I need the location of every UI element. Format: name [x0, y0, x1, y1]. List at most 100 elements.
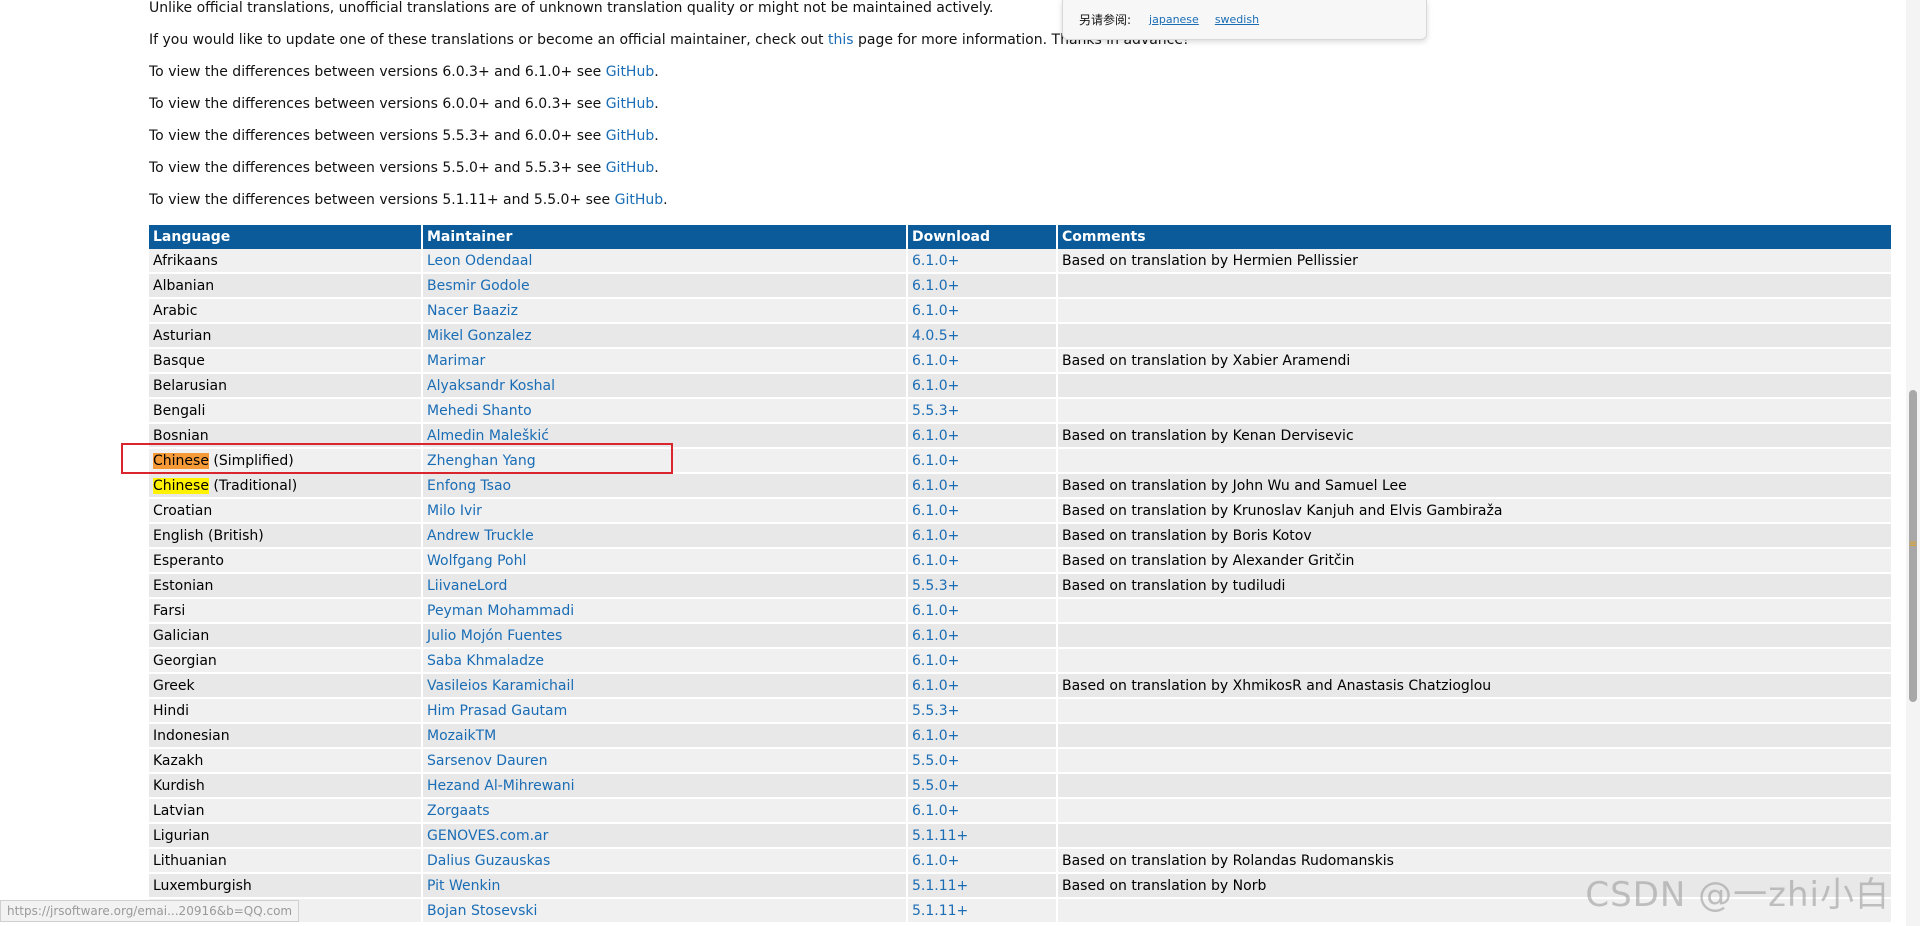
maintainer-link[interactable]: Mikel Gonzalez	[427, 328, 532, 344]
download-link[interactable]: 6.1.0+	[912, 528, 959, 544]
download-link[interactable]: 6.1.0+	[912, 303, 959, 319]
download-link[interactable]: 6.1.0+	[912, 803, 959, 819]
maintainer-link[interactable]: GENOVES.com.ar	[427, 828, 548, 844]
github-link[interactable]: GitHub	[606, 64, 655, 80]
cell-comment: Based on translation by Xabier Aramendi	[1057, 348, 1893, 374]
cell-language: Arabic	[149, 298, 423, 324]
maintainer-link[interactable]: Zorgaats	[427, 803, 490, 819]
cell-maintainer: Sarsenov Dauren	[422, 748, 908, 774]
maintainer-link[interactable]: Him Prasad Gautam	[427, 703, 567, 719]
language-name: Greek	[153, 677, 195, 694]
maintainer-link[interactable]: Saba Khmaladze	[427, 653, 544, 669]
cell-download: 6.1.0+	[907, 348, 1058, 374]
download-link[interactable]: 6.1.0+	[912, 428, 959, 444]
maintainer-link[interactable]: Alyaksandr Koshal	[427, 378, 555, 394]
download-link[interactable]: 5.5.0+	[912, 778, 959, 794]
maintainer-link[interactable]: Sarsenov Dauren	[427, 753, 547, 769]
cell-maintainer: Zorgaats	[422, 798, 908, 824]
this-link[interactable]: this	[828, 32, 854, 48]
language-name: Indonesian	[153, 727, 230, 744]
language-name: Basque	[153, 352, 205, 369]
download-link[interactable]: 6.1.0+	[912, 378, 959, 394]
download-link[interactable]: 5.5.3+	[912, 403, 959, 419]
table-row: Arabic Nacer Baaziz 6.1.0+	[149, 298, 1893, 324]
download-link[interactable]: 5.1.11+	[912, 828, 968, 844]
cell-download: 5.5.3+	[907, 398, 1058, 424]
cell-download: 6.1.0+	[907, 373, 1058, 399]
cell-download: 5.5.0+	[907, 748, 1058, 774]
cell-language: Georgian	[149, 648, 423, 674]
download-link[interactable]: 6.1.0+	[912, 603, 959, 619]
maintainer-link[interactable]: Nacer Baaziz	[427, 303, 518, 319]
maintainer-link[interactable]: Milo Ivir	[427, 503, 482, 519]
maintainer-link[interactable]: Marimar	[427, 353, 485, 369]
maintainer-link[interactable]: Vasileios Karamichail	[427, 678, 574, 694]
maintainer-link[interactable]: Bojan Stosevski	[427, 903, 537, 919]
version-diff-line: To view the differences between versions…	[149, 192, 668, 208]
cell-download: 6.1.0+	[907, 448, 1058, 474]
maintainer-link[interactable]: Besmir Godole	[427, 278, 530, 294]
maintainer-link[interactable]: Enfong Tsao	[427, 478, 511, 494]
maintainer-link[interactable]: Leon Odendaal	[427, 253, 532, 269]
download-link[interactable]: 5.5.3+	[912, 703, 959, 719]
cell-download: 5.5.3+	[907, 573, 1058, 599]
download-link[interactable]: 6.1.0+	[912, 853, 959, 869]
download-link[interactable]: 6.1.0+	[912, 503, 959, 519]
download-link[interactable]: 5.5.0+	[912, 753, 959, 769]
github-link[interactable]: GitHub	[606, 160, 655, 176]
maintainer-link[interactable]: Hezand Al-Mihrewani	[427, 778, 575, 794]
download-link[interactable]: 6.1.0+	[912, 653, 959, 669]
diff-text: To view the differences between versions…	[149, 192, 615, 208]
see-also-link-japanese[interactable]: japanese	[1149, 13, 1199, 26]
maintainer-link[interactable]: Pit Wenkin	[427, 878, 500, 894]
maintainer-link[interactable]: Julio Mojón Fuentes	[427, 628, 562, 644]
language-name: Albanian	[153, 277, 215, 294]
github-link[interactable]: GitHub	[606, 96, 655, 112]
table-row: Albanian Besmir Godole 6.1.0+	[149, 273, 1893, 299]
maintainer-link[interactable]: LiivaneLord	[427, 578, 507, 594]
see-also-link-swedish[interactable]: swedish	[1215, 13, 1259, 26]
cell-language: Asturian	[149, 323, 423, 349]
header-comments: Comments	[1057, 225, 1893, 249]
diff-end: .	[663, 192, 668, 208]
download-link[interactable]: 6.1.0+	[912, 678, 959, 694]
download-link[interactable]: 6.1.0+	[912, 553, 959, 569]
download-link[interactable]: 5.1.11+	[912, 903, 968, 919]
maintainer-link[interactable]: Almedin Maleškić	[427, 428, 549, 444]
download-link[interactable]: 4.0.5+	[912, 328, 959, 344]
diff-text: To view the differences between versions…	[149, 128, 606, 144]
download-link[interactable]: 6.1.0+	[912, 453, 959, 469]
maintainer-link[interactable]: MozaikTM	[427, 728, 496, 744]
language-name: Kurdish	[153, 777, 205, 794]
table-row: Indonesian MozaikTM 6.1.0+	[149, 723, 1893, 749]
maintainer-link[interactable]: Wolfgang Pohl	[427, 553, 526, 569]
cell-download: 6.1.0+	[907, 598, 1058, 624]
download-link[interactable]: 5.5.3+	[912, 578, 959, 594]
cell-language: Chinese (Traditional)	[149, 473, 423, 499]
cell-comment	[1057, 623, 1893, 649]
download-link[interactable]: 6.1.0+	[912, 353, 959, 369]
table-row: Afrikaans Leon Odendaal 6.1.0+ Based on tra…	[149, 249, 1893, 274]
table-row: Kurdish Hezand Al-Mihrewani 5.5.0+	[149, 773, 1893, 799]
cell-download: 6.1.0+	[907, 648, 1058, 674]
maintainer-link[interactable]: Dalius Guzauskas	[427, 853, 550, 869]
maintainer-link[interactable]: Andrew Truckle	[427, 528, 534, 544]
cell-maintainer: Leon Odendaal	[422, 249, 908, 274]
cell-language: Hindi	[149, 698, 423, 724]
cell-comment	[1057, 273, 1893, 299]
download-link[interactable]: 6.1.0+	[912, 628, 959, 644]
maintainer-link[interactable]: Mehedi Shanto	[427, 403, 532, 419]
maintainer-link[interactable]: Peyman Mohammadi	[427, 603, 574, 619]
version-diff-line: To view the differences between versions…	[149, 160, 659, 176]
cell-maintainer: Mehedi Shanto	[422, 398, 908, 424]
github-link[interactable]: GitHub	[615, 192, 664, 208]
table-row: Greek Vasileios Karamichail 6.1.0+ Based on…	[149, 673, 1893, 699]
download-link[interactable]: 5.1.11+	[912, 878, 968, 894]
download-link[interactable]: 6.1.0+	[912, 728, 959, 744]
github-link[interactable]: GitHub	[606, 128, 655, 144]
download-link[interactable]: 6.1.0+	[912, 478, 959, 494]
vertical-scrollbar[interactable]: ≡	[1906, 0, 1920, 926]
maintainer-link[interactable]: Zhenghan Yang	[427, 453, 536, 469]
download-link[interactable]: 6.1.0+	[912, 253, 959, 269]
download-link[interactable]: 6.1.0+	[912, 278, 959, 294]
